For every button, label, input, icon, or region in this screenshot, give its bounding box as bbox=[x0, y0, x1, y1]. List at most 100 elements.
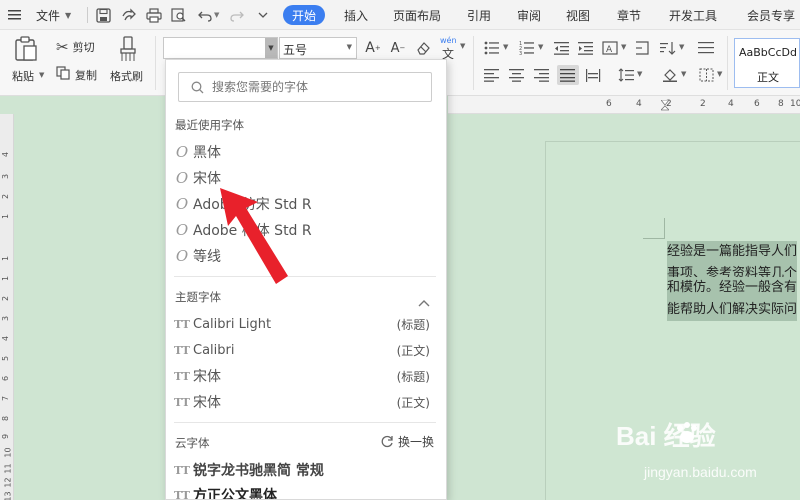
format-painter-label: 格式刷 bbox=[110, 70, 143, 83]
shading-dropdown-icon[interactable]: ▼ bbox=[681, 70, 686, 78]
ruler-tick: 3 bbox=[1, 173, 11, 180]
ruler-tick: 1 bbox=[1, 255, 11, 262]
paste-button[interactable] bbox=[14, 36, 38, 66]
cloud-font-option[interactable]: TT 方正公文黑体 bbox=[166, 482, 446, 500]
grow-font-icon[interactable]: A + bbox=[364, 39, 382, 57]
bullet-list-icon[interactable] bbox=[483, 39, 501, 57]
tab-page-layout[interactable]: 页面布局 bbox=[393, 0, 441, 30]
tab-insert[interactable]: 插入 bbox=[344, 0, 368, 30]
numbered-list-icon[interactable]: 123 bbox=[518, 39, 536, 57]
borders-dropdown-icon[interactable]: ▼ bbox=[717, 70, 722, 78]
chevron-down-icon: ▼ bbox=[65, 10, 72, 20]
hamburger-menu-icon[interactable] bbox=[8, 0, 22, 30]
font-option-heiti[interactable]: O 黑体 bbox=[166, 139, 446, 165]
print-preview-icon[interactable] bbox=[171, 0, 187, 30]
document-text-line[interactable]: 经验是一篇能指导人们 bbox=[667, 241, 798, 263]
watermark-url: jingyan.baidu.com bbox=[644, 464, 757, 480]
document-text-line[interactable]: 能帮助人们解决实际问 bbox=[667, 299, 798, 321]
tab-home[interactable]: 开始 bbox=[283, 5, 326, 25]
sort-dropdown-icon[interactable]: ▼ bbox=[679, 43, 684, 51]
theme-font-calibri-light[interactable]: TT Calibri Light (标题) bbox=[166, 311, 446, 337]
decrease-indent-icon[interactable] bbox=[553, 39, 571, 57]
customize-chevron-icon[interactable] bbox=[258, 0, 268, 30]
print-icon[interactable] bbox=[146, 0, 162, 30]
cut-button[interactable]: ✂ 剪切 bbox=[56, 38, 95, 56]
font-search-box[interactable] bbox=[178, 72, 432, 102]
font-size-combobox[interactable]: 五号 ▼ bbox=[279, 37, 357, 59]
tab-developer-tools[interactable]: 开发工具 bbox=[669, 0, 717, 30]
ruler-tick: 4 bbox=[1, 335, 11, 342]
format-painter-icon[interactable] bbox=[118, 36, 138, 66]
font-name-dropdown-icon[interactable]: ▼ bbox=[265, 38, 277, 58]
undo-icon[interactable] bbox=[198, 0, 212, 30]
tab-member-exclusive[interactable]: 会员专享 bbox=[747, 0, 795, 30]
chinese-layout-icon[interactable]: A bbox=[601, 39, 619, 57]
distributed-align-icon[interactable] bbox=[584, 66, 602, 84]
shading-icon[interactable] bbox=[661, 66, 679, 84]
refresh-fonts-button[interactable]: 换一换 bbox=[381, 433, 434, 450]
undo-dropdown-icon[interactable]: ▼ bbox=[214, 0, 219, 30]
shrink-font-icon[interactable]: A − bbox=[389, 39, 407, 57]
show-hide-marks-icon[interactable] bbox=[633, 39, 651, 57]
search-icon bbox=[191, 81, 204, 94]
phonetic-guide-icon[interactable]: wén 文 bbox=[439, 36, 457, 61]
truetype-font-icon: TT bbox=[174, 488, 190, 500]
paste-dropdown-icon[interactable]: ▼ bbox=[39, 71, 44, 79]
tab-view[interactable]: 视图 bbox=[566, 0, 590, 30]
bullet-list-dropdown-icon[interactable]: ▼ bbox=[503, 43, 508, 51]
vertical-ruler[interactable]: 4 3 2 1 1 1 2 3 4 5 6 7 8 9 10 11 12 13 bbox=[0, 114, 14, 500]
font-option-label: Calibri bbox=[193, 342, 235, 358]
line-spacing-dropdown-icon[interactable]: ▼ bbox=[637, 70, 642, 78]
theme-font-calibri[interactable]: TT Calibri (正文) bbox=[166, 337, 446, 363]
increase-indent-icon[interactable] bbox=[577, 39, 595, 57]
align-left-icon[interactable] bbox=[483, 66, 501, 84]
copy-button[interactable]: 复制 bbox=[56, 65, 97, 84]
borders-icon[interactable] bbox=[697, 66, 715, 84]
phonetic-label: wén bbox=[440, 36, 457, 45]
font-option-dengxian[interactable]: O 等线 bbox=[166, 243, 446, 269]
font-size-dropdown-icon[interactable]: ▼ bbox=[347, 43, 352, 51]
opentype-font-icon: O bbox=[175, 169, 189, 187]
ruler-tick: 6 bbox=[606, 99, 612, 109]
collapse-chevron-icon[interactable] bbox=[418, 292, 430, 311]
clear-formatting-icon[interactable] bbox=[414, 39, 432, 57]
ruler-tick: 2 bbox=[700, 99, 706, 109]
align-right-icon[interactable] bbox=[533, 66, 551, 84]
truetype-font-icon: TT bbox=[174, 317, 190, 331]
font-option-adobe-fangsong[interactable]: O Adobe 仿宋 Std R bbox=[166, 191, 446, 217]
ruler-tick: 6 bbox=[754, 99, 760, 109]
line-spacing-lines-icon[interactable] bbox=[697, 39, 715, 57]
tab-references[interactable]: 引用 bbox=[467, 0, 491, 30]
indent-marker-icon[interactable] bbox=[660, 99, 670, 112]
cut-label: 剪切 bbox=[72, 41, 95, 54]
svg-text:3: 3 bbox=[519, 51, 522, 55]
numbered-list-dropdown-icon[interactable]: ▼ bbox=[538, 43, 543, 51]
line-spacing-icon[interactable] bbox=[617, 66, 635, 84]
theme-font-songti-body[interactable]: TT 宋体 (正文) bbox=[166, 389, 446, 415]
save-icon[interactable] bbox=[96, 0, 111, 30]
theme-fonts-heading: 主题字体 bbox=[175, 290, 221, 304]
align-center-icon[interactable] bbox=[508, 66, 526, 84]
style-normal-button[interactable]: AaBbCcDd 正文 bbox=[734, 38, 800, 88]
tab-sections[interactable]: 章节 bbox=[617, 0, 641, 30]
phonetic-dropdown-icon[interactable]: ▼ bbox=[460, 42, 465, 50]
font-option-songti[interactable]: O 宋体 bbox=[166, 165, 446, 191]
theme-font-songti-heading[interactable]: TT 宋体 (标题) bbox=[166, 363, 446, 389]
font-search-input[interactable] bbox=[212, 80, 422, 94]
document-text-line[interactable]: 和模仿。经验一般含有 bbox=[667, 277, 798, 299]
font-role-tag: (正文) bbox=[396, 343, 430, 358]
sort-icon[interactable] bbox=[659, 39, 677, 57]
horizontal-ruler[interactable]: 6 4 2 2 4 6 8 10 bbox=[448, 96, 800, 114]
tab-review[interactable]: 审阅 bbox=[517, 0, 541, 30]
font-name-combobox[interactable]: ▼ bbox=[163, 37, 278, 59]
file-menu-button[interactable]: 文件 ▼ bbox=[36, 0, 71, 30]
ruler-tick: 11 bbox=[3, 463, 13, 474]
cloud-font-option[interactable]: TT 锐字龙书驰黑简 常规 bbox=[166, 457, 446, 483]
redo-icon[interactable] bbox=[230, 0, 244, 30]
font-option-adobe-kaiti[interactable]: O Adobe 楷体 Std R bbox=[166, 217, 446, 243]
export-icon[interactable] bbox=[121, 0, 137, 30]
justify-icon[interactable] bbox=[557, 65, 579, 85]
ruler-tick: 1 bbox=[1, 275, 11, 282]
chinese-layout-dropdown-icon[interactable]: ▼ bbox=[621, 43, 626, 51]
font-option-label: 方正公文黑体 bbox=[193, 488, 277, 500]
